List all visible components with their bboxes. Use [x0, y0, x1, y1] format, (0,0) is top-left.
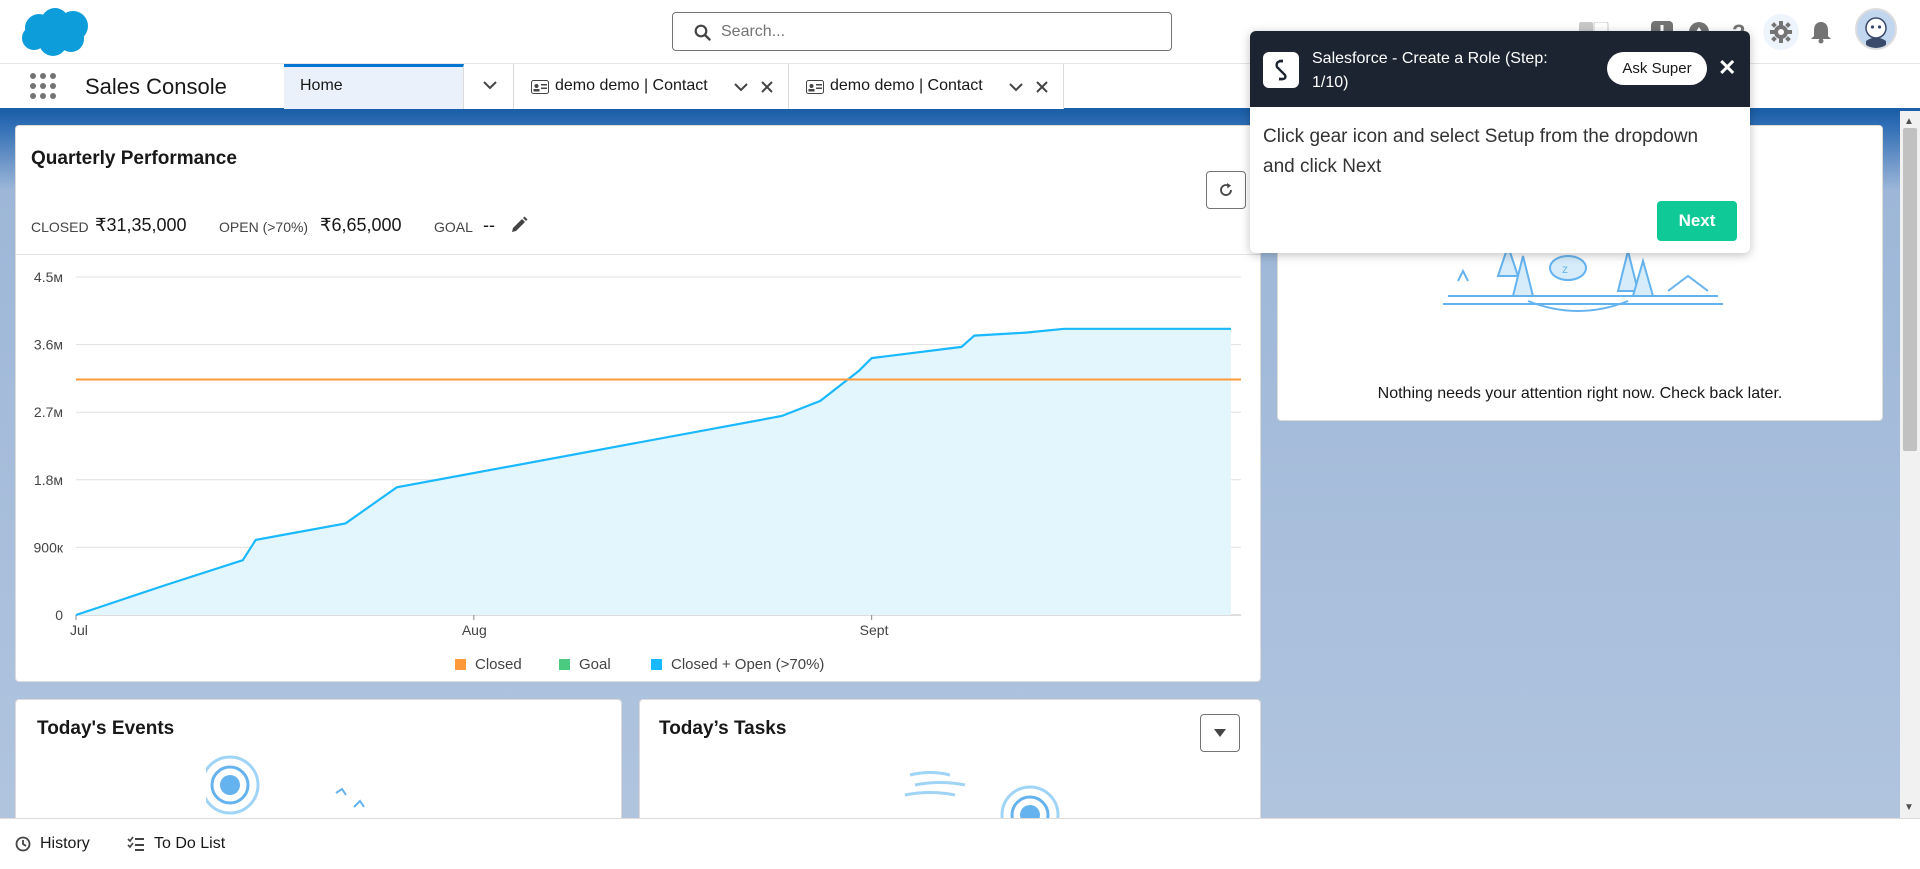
close-icon[interactable]: ✕ [1718, 56, 1736, 80]
assistant-empty-message: Nothing needs your attention right now. … [1377, 385, 1783, 402]
utility-bar: History To Do List [0, 818, 1920, 869]
x-tick-label: Aug [462, 622, 487, 638]
search-icon [694, 24, 711, 41]
legend-swatch [651, 659, 662, 670]
guide-title: Salesforce - Create a Role (Step: 1/10) [1312, 50, 1548, 91]
tab-label: Home [300, 77, 343, 94]
guide-logo-icon [1263, 52, 1299, 88]
legend-label: Closed + Open (>70%) [671, 656, 825, 673]
salesforce-logo[interactable] [19, 6, 93, 58]
contact-card-icon [806, 80, 824, 94]
ask-super-button[interactable]: Ask Super [1607, 52, 1707, 85]
nav-menu-dropdown[interactable] [464, 64, 514, 109]
y-tick-label: 2.7м [34, 404, 63, 420]
close-tab-icon[interactable] [761, 81, 773, 93]
search-input[interactable]: Search... [721, 23, 785, 41]
legend-item-closed[interactable]: Closed [455, 656, 522, 673]
scroll-down-arrow-icon[interactable]: ▼ [1904, 802, 1914, 813]
tab-label: demo demo | Contact [830, 77, 983, 94]
closed-label: CLOSED [31, 219, 89, 235]
legend-item-closed-open[interactable]: Closed + Open (>70%) [651, 656, 824, 673]
close-tab-icon[interactable] [1036, 81, 1048, 93]
refresh-button[interactable] [1206, 171, 1246, 209]
x-tick-label: Sept [860, 622, 889, 638]
clock-icon [15, 836, 31, 852]
legend-label: Goal [579, 656, 611, 673]
card-title: Quarterly Performance [31, 148, 237, 169]
scroll-up-arrow-icon[interactable]: ▲ [1904, 116, 1914, 127]
svg-text:z: z [1562, 262, 1568, 276]
open-value: ₹6,65,000 [320, 215, 402, 235]
y-tick-label: 4.5м [34, 269, 63, 285]
edit-goal-pencil-icon[interactable] [510, 216, 528, 234]
y-tick-label: 1.8м [34, 472, 63, 488]
guide-instruction-text: Click gear icon and select Setup from th… [1263, 126, 1699, 177]
history-label: History [40, 835, 90, 852]
next-button[interactable]: Next [1657, 201, 1737, 241]
divider [16, 254, 1260, 255]
global-search[interactable]: Search... [672, 12, 1172, 51]
notifications-bell-icon[interactable] [1805, 16, 1837, 48]
y-tick-label: 0 [55, 607, 63, 623]
todo-list-label: To Do List [154, 835, 226, 852]
closed-value: ₹31,35,000 [95, 215, 187, 235]
tab-contact-1[interactable]: demo demo | Contact [514, 64, 789, 109]
card-title: Today's Events [37, 718, 175, 739]
chevron-down-icon[interactable] [734, 82, 748, 92]
contact-card-icon [531, 80, 549, 94]
refresh-icon [1220, 183, 1232, 196]
series-area-closed-open [76, 328, 1231, 615]
goal-value: -- [483, 215, 495, 235]
guide-header: Salesforce - Create a Role (Step: 1/10) … [1250, 31, 1750, 107]
legend-swatch [455, 659, 466, 670]
tab-label: demo demo | Contact [555, 77, 708, 94]
tab-contact-2[interactable]: demo demo | Contact [789, 64, 1064, 109]
user-avatar[interactable] [1855, 8, 1897, 50]
y-tick-label: 900к [34, 539, 64, 555]
x-tick-label: Jul [70, 622, 88, 638]
history-utility[interactable]: History [15, 835, 90, 853]
tab-home[interactable]: Home [284, 64, 464, 109]
y-tick-label: 3.6м [34, 337, 63, 353]
caret-down-icon [1214, 729, 1226, 737]
legend-label: Closed [475, 656, 522, 673]
goal-label: GOAL [434, 219, 473, 235]
app-name: Sales Console [85, 74, 227, 99]
open-label: OPEN (>70%) [219, 219, 309, 235]
card-title: Today’s Tasks [659, 718, 787, 739]
scrollbar-thumb[interactable] [1903, 128, 1917, 451]
quarterly-performance-card: Quarterly Performance CLOSED ₹31,35,000 … [15, 125, 1261, 682]
legend-item-goal[interactable]: Goal [559, 656, 611, 673]
todo-list-utility[interactable]: To Do List [127, 835, 225, 853]
setup-gear-icon[interactable] [1763, 14, 1799, 50]
legend-swatch [559, 659, 570, 670]
quarterly-performance-chart: 0 900к 1.8м 2.7м 3.6м 4.5м Jul Aug Sept [34, 269, 1241, 638]
chevron-down-icon [483, 81, 497, 90]
chevron-down-icon[interactable] [1009, 82, 1023, 92]
checklist-icon [127, 836, 144, 851]
tasks-filter-dropdown[interactable] [1200, 714, 1240, 752]
app-launcher-icon[interactable] [29, 72, 57, 100]
walkthrough-guide-popup: Salesforce - Create a Role (Step: 1/10) … [1250, 31, 1750, 253]
